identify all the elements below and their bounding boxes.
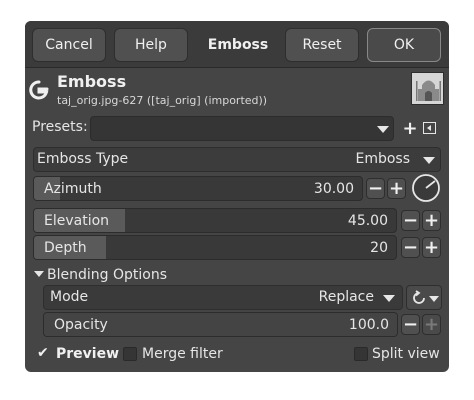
filter-title: Emboss [57, 72, 127, 91]
azimuth-dial-icon[interactable] [411, 173, 441, 203]
preview-label[interactable]: Preview [56, 346, 119, 362]
blend-mode-label: Mode [50, 289, 89, 305]
opacity-slider[interactable]: Opacity 100.0 [43, 312, 398, 337]
elevation-label: Elevation [44, 213, 110, 229]
merge-filter-checkbox[interactable] [123, 347, 137, 361]
emboss-type-combo[interactable]: Emboss Type Emboss [33, 147, 441, 172]
blend-mode-combo[interactable]: Mode Replace [43, 285, 403, 310]
emboss-dialog: Cancel Help Emboss Reset OK Emboss taj_o… [25, 21, 449, 372]
azimuth-slider[interactable]: Azimuth 30.00 [33, 176, 363, 201]
presets-label: Presets: [32, 119, 88, 135]
emboss-type-value: Emboss [355, 151, 410, 167]
expander-arrow-icon [34, 271, 44, 277]
depth-increment-button[interactable]: + [422, 237, 441, 258]
composite-mode-button[interactable] [406, 285, 442, 310]
elevation-value: 45.00 [347, 213, 388, 229]
filter-source: taj_orig.jpg-627 ([taj_orig] (imported)) [57, 94, 268, 107]
image-thumbnail [411, 72, 444, 105]
split-view-checkbox[interactable] [354, 347, 368, 361]
dialog-title: Emboss [207, 37, 269, 53]
blending-options-label: Blending Options [47, 267, 167, 283]
depth-value: 20 [370, 240, 388, 256]
header-bar: Cancel Help Emboss Reset OK [25, 21, 449, 68]
chevron-down-icon [429, 296, 439, 302]
gimp-logo-icon [29, 80, 49, 100]
azimuth-increment-button[interactable]: + [387, 178, 406, 199]
presets-combo[interactable] [90, 116, 394, 141]
help-button[interactable]: Help [114, 28, 188, 62]
elevation-decrement-button[interactable]: − [401, 210, 420, 231]
ok-button[interactable]: OK [367, 28, 441, 62]
cycle-icon [413, 290, 425, 304]
blend-mode-value: Replace [318, 289, 374, 305]
preview-checkmark-icon[interactable]: ✔ [37, 346, 51, 360]
cancel-button[interactable]: Cancel [32, 28, 106, 62]
split-view-label[interactable]: Split view [372, 346, 440, 362]
elevation-increment-button[interactable]: + [422, 210, 441, 231]
azimuth-label: Azimuth [44, 181, 102, 197]
depth-slider[interactable]: Depth 20 [33, 235, 397, 260]
add-preset-icon[interactable]: + [400, 118, 420, 139]
opacity-value: 100.0 [348, 317, 389, 333]
depth-decrement-button[interactable]: − [401, 237, 420, 258]
depth-label: Depth [44, 240, 87, 256]
preset-menu-icon[interactable] [423, 122, 436, 134]
opacity-decrement-button[interactable]: − [401, 314, 420, 335]
emboss-type-label: Emboss Type [37, 151, 129, 167]
elevation-slider[interactable]: Elevation 45.00 [33, 208, 397, 233]
azimuth-decrement-button[interactable]: − [366, 178, 385, 199]
chevron-down-icon [423, 157, 435, 164]
chevron-down-icon [383, 295, 395, 302]
opacity-label: Opacity [54, 317, 108, 333]
opacity-increment-button: + [422, 313, 441, 335]
reset-button[interactable]: Reset [285, 28, 359, 62]
blending-options-expander[interactable]: Blending Options [33, 266, 173, 284]
merge-filter-label[interactable]: Merge filter [142, 346, 223, 362]
azimuth-value: 30.00 [313, 181, 354, 197]
chevron-down-icon [377, 126, 389, 133]
